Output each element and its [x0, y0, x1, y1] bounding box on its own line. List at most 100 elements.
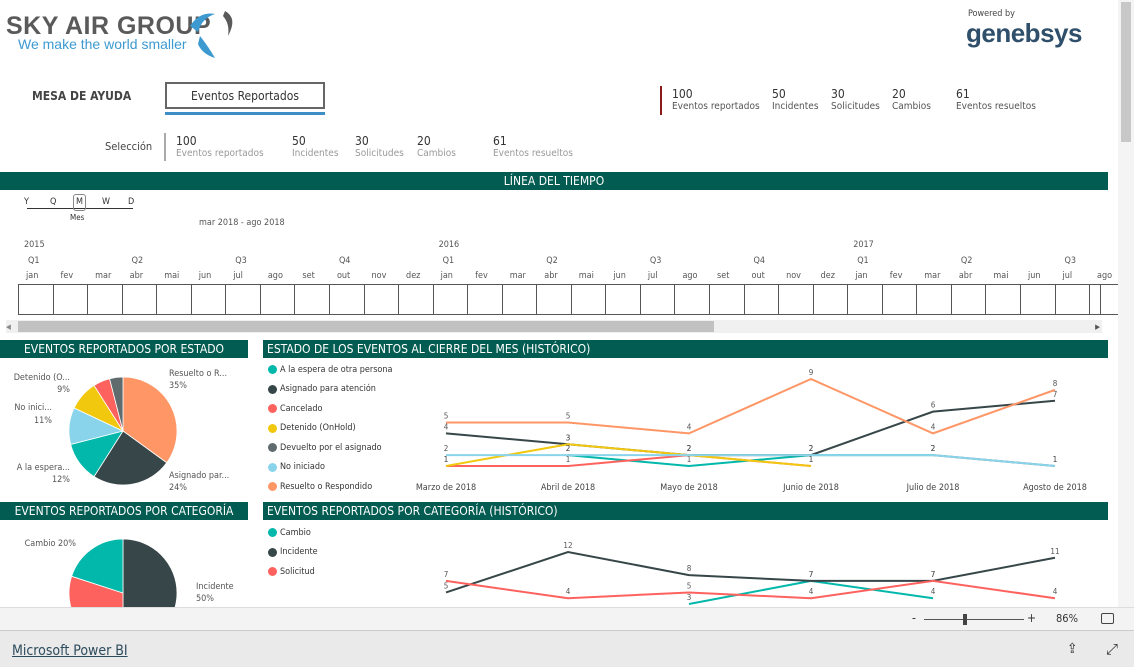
- legend-label: Resuelto o Respondido: [280, 481, 373, 492]
- legend-item[interactable]: Cambio: [268, 523, 318, 543]
- data-label: 1: [809, 455, 814, 464]
- legend-item[interactable]: Cancelado: [268, 399, 392, 419]
- legend-dot-icon: [268, 567, 277, 577]
- data-label: 8: [1053, 379, 1058, 388]
- pie-slice-percent: 35%: [169, 381, 187, 391]
- data-label: 5: [444, 412, 449, 421]
- pie-slice-label: Asignado par...: [169, 471, 229, 481]
- data-label: 1: [566, 455, 571, 464]
- data-label: 4: [444, 422, 449, 431]
- legend-item[interactable]: A la espera de otra persona: [268, 360, 392, 380]
- series-line[interactable]: [445, 550, 1056, 594]
- legend-label: Solicitud: [280, 566, 315, 577]
- pie-slice-percent: 24%: [169, 483, 187, 493]
- series-line[interactable]: [445, 579, 1056, 600]
- legend-dot-icon: [268, 462, 277, 472]
- zoom-out-button[interactable]: -: [912, 611, 916, 625]
- data-label: 4: [1053, 587, 1058, 596]
- fit-to-page-icon[interactable]: [1101, 613, 1114, 624]
- series-line[interactable]: [446, 377, 1056, 435]
- legend-label: Detenido (OnHold): [280, 423, 356, 434]
- legend-dot-icon: [268, 547, 277, 557]
- x-axis-label: Mayo de 2018: [660, 483, 718, 493]
- data-label: 3: [566, 433, 571, 442]
- data-label: 6: [931, 401, 936, 410]
- data-label: 4: [931, 422, 936, 431]
- data-label: 1: [1053, 455, 1058, 464]
- data-label: 2: [687, 444, 692, 453]
- pie-slice[interactable]: [122, 538, 178, 607]
- data-label: 1: [444, 455, 449, 464]
- data-label: 2: [444, 444, 449, 453]
- pie-slice-label: Detenido (O...: [14, 373, 70, 383]
- data-label: 4: [687, 422, 692, 431]
- data-label: 7: [444, 570, 449, 579]
- data-label: 2: [931, 444, 936, 453]
- legend-label: Asignado para atención: [280, 384, 376, 395]
- legend-item[interactable]: Asignado para atención: [268, 380, 392, 400]
- legend-estado: A la espera de otra persona Asignado para…: [268, 360, 392, 497]
- pie-slice-percent: 9%: [57, 385, 70, 395]
- pie-slice-percent: 12%: [52, 475, 70, 485]
- x-axis-label: Julio de 2018: [906, 483, 960, 493]
- x-axis-label: Marzo de 2018: [416, 483, 476, 493]
- share-icon[interactable]: ⇪: [1067, 641, 1078, 657]
- pie-slice-percent: 11%: [34, 416, 52, 426]
- pie-slice-label: No inici...: [14, 403, 52, 413]
- power-bi-link[interactable]: Microsoft Power BI: [12, 643, 128, 659]
- legend-item[interactable]: Incidente: [268, 543, 318, 563]
- x-axis-label: Junio de 2018: [782, 483, 839, 493]
- page-scrollbar[interactable]: [1118, 0, 1134, 607]
- pie-slice-label: Cambio 20%: [25, 539, 77, 549]
- zoom-level: 86%: [1056, 612, 1078, 625]
- legend-item[interactable]: No iniciado: [268, 458, 392, 478]
- zoom-in-button[interactable]: +: [1027, 611, 1036, 625]
- charts-canvas: Resuelto o R... 35% Asignado par... 24% A la…: [14, 368, 1087, 607]
- x-axis-label: Agosto de 2018: [1023, 483, 1087, 493]
- page-scroll-thumb[interactable]: [1121, 2, 1131, 142]
- data-label: 2: [809, 444, 814, 453]
- data-label: 3: [687, 593, 692, 602]
- pie-slice-label: Incidente: [196, 582, 234, 592]
- data-label: 4: [931, 587, 936, 596]
- legend-dot-icon: [268, 443, 277, 453]
- legend-item[interactable]: Resuelto o Respondido: [268, 477, 392, 497]
- pie-slice-label: A la espera...: [17, 463, 70, 473]
- legend-label: Incidente: [280, 547, 318, 558]
- legend-item[interactable]: Devuelto por el asignado: [268, 438, 392, 458]
- legend-label: No iniciado: [280, 462, 325, 473]
- data-label: 1: [687, 455, 692, 464]
- data-label: 8: [687, 564, 692, 573]
- legend-label: Cambio: [280, 527, 311, 538]
- legend-dot-icon: [268, 482, 277, 492]
- pie-slice-percent: 50%: [196, 594, 214, 604]
- legend-dot-icon: [268, 365, 277, 375]
- pie-slice-label: Resuelto o R...: [169, 369, 227, 379]
- data-label: 5: [566, 412, 571, 421]
- series-line[interactable]: [445, 399, 1056, 457]
- legend-item[interactable]: Detenido (OnHold): [268, 419, 392, 439]
- legend-item[interactable]: Solicitud: [268, 562, 318, 582]
- legend-categoria: Cambio Incidente Solicitud: [268, 523, 318, 582]
- data-label: 5: [687, 581, 692, 590]
- zoom-bar: - + 86%: [0, 607, 1134, 630]
- data-label: 7: [931, 570, 936, 579]
- footer: Microsoft Power BI ⇪ ⤢: [0, 630, 1134, 667]
- legend-dot-icon: [268, 423, 277, 433]
- data-label: 4: [809, 587, 814, 596]
- legend-label: A la espera de otra persona: [280, 364, 393, 375]
- zoom-slider[interactable]: [924, 619, 1024, 620]
- legend-label: Cancelado: [280, 403, 323, 414]
- data-label: 5: [444, 581, 449, 590]
- data-label: 9: [809, 368, 814, 377]
- fullscreen-icon[interactable]: ⤢: [1106, 640, 1118, 658]
- zoom-slider-thumb[interactable]: [963, 614, 967, 625]
- legend-dot-icon: [268, 404, 277, 414]
- data-label: 12: [563, 541, 572, 550]
- legend-dot-icon: [268, 384, 277, 394]
- data-label: 2: [566, 444, 571, 453]
- x-axis-label: Abril de 2018: [541, 483, 595, 493]
- legend-dot-icon: [268, 528, 277, 538]
- data-label: 4: [566, 587, 571, 596]
- data-label: 11: [1050, 547, 1059, 556]
